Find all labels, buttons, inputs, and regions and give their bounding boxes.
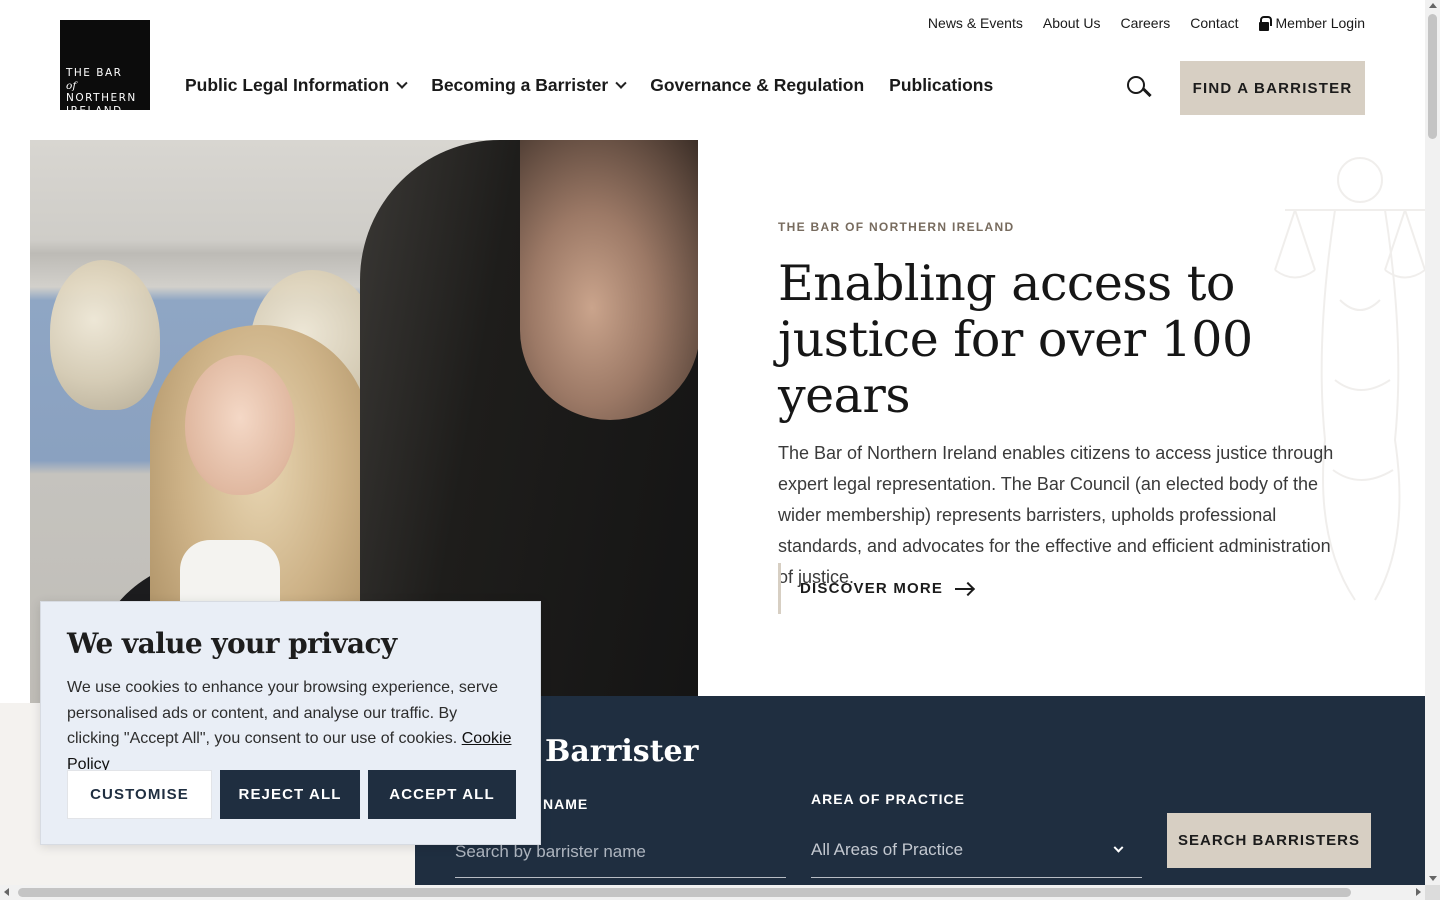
chevron-down-icon	[615, 77, 627, 89]
search-icon[interactable]	[1127, 76, 1151, 100]
scrollbar-corner	[1425, 885, 1440, 900]
nav-governance-regulation[interactable]: Governance & Regulation	[650, 75, 864, 96]
util-link-news-events[interactable]: News & Events	[928, 15, 1023, 31]
find-barrister-panel: Barrister NAME AREA OF PRACTICE All Area…	[415, 696, 1425, 886]
chevron-down-icon	[396, 77, 408, 89]
nav-label: Becoming a Barrister	[431, 75, 609, 95]
logo-line-3: IRELAND	[66, 104, 123, 117]
cookie-text: We use cookies to enhance your browsing …	[67, 675, 514, 777]
util-link-careers[interactable]: Careers	[1120, 15, 1170, 31]
main-nav: Public Legal Information Becoming a Barr…	[185, 75, 1018, 96]
arrow-right-icon	[955, 587, 974, 590]
vertical-scrollbar[interactable]	[1425, 0, 1440, 885]
find-barrister-title: Barrister	[545, 734, 699, 769]
nav-public-legal-information[interactable]: Public Legal Information	[185, 75, 408, 96]
cookie-buttons: CUSTOMISE REJECT ALL ACCEPT ALL	[67, 770, 516, 819]
cookie-banner: We value your privacy We use cookies to …	[40, 601, 541, 845]
nav-label: Governance & Regulation	[650, 75, 865, 95]
logo-line-2: NORTHERN	[66, 92, 137, 104]
chevron-down-icon	[1113, 842, 1124, 853]
horizontal-scroll-thumb[interactable]	[18, 888, 1351, 897]
nav-label: Publications	[889, 75, 994, 95]
scroll-right-arrow-icon[interactable]	[1416, 888, 1421, 896]
area-of-practice-label: AREA OF PRACTICE	[811, 791, 965, 807]
logo-of: of	[66, 79, 77, 92]
cookie-message: We use cookies to enhance your browsing …	[67, 679, 499, 747]
hero-title: Enabling access to justice for over 100 …	[778, 255, 1253, 424]
site-logo[interactable]: THE BAR of NORTHERN IRELAND	[60, 20, 150, 117]
util-link-contact[interactable]: Contact	[1190, 15, 1238, 31]
nav-publications[interactable]: Publications	[889, 75, 993, 96]
vertical-scroll-thumb[interactable]	[1428, 14, 1437, 139]
nav-label: Public Legal Information	[185, 75, 390, 95]
search-barristers-button[interactable]: SEARCH BARRISTERS	[1167, 813, 1371, 868]
cookie-title: We value your privacy	[67, 627, 397, 660]
horizontal-scrollbar[interactable]	[0, 885, 1425, 900]
scroll-down-arrow-icon[interactable]	[1429, 876, 1437, 881]
customise-button[interactable]: CUSTOMISE	[67, 770, 212, 819]
name-label: NAME	[543, 796, 589, 812]
scroll-left-arrow-icon[interactable]	[4, 888, 9, 896]
scroll-up-arrow-icon[interactable]	[1429, 3, 1437, 8]
member-login-link[interactable]: Member Login	[1258, 15, 1366, 31]
find-a-barrister-button[interactable]: FIND A BARRISTER	[1180, 61, 1365, 115]
hero-content: THE BAR OF NORTHERN IRELAND Enabling acc…	[778, 220, 1338, 593]
logo-line-1: THE BAR	[66, 67, 123, 79]
accept-all-button[interactable]: ACCEPT ALL	[368, 770, 516, 819]
lock-icon	[1258, 15, 1272, 31]
hero-eyebrow: THE BAR OF NORTHERN IRELAND	[778, 220, 1015, 234]
area-of-practice-select[interactable]: All Areas of Practice	[811, 823, 1142, 878]
reject-all-button[interactable]: REJECT ALL	[220, 770, 360, 819]
area-selected-value: All Areas of Practice	[811, 840, 964, 859]
util-link-about-us[interactable]: About Us	[1043, 15, 1101, 31]
utility-nav: News & Events About Us Careers Contact M…	[928, 15, 1365, 31]
member-login-label: Member Login	[1275, 15, 1366, 31]
discover-more-link[interactable]: DISCOVER MORE	[778, 563, 974, 614]
discover-more-label: DISCOVER MORE	[800, 580, 944, 597]
nav-becoming-a-barrister[interactable]: Becoming a Barrister	[431, 75, 627, 96]
